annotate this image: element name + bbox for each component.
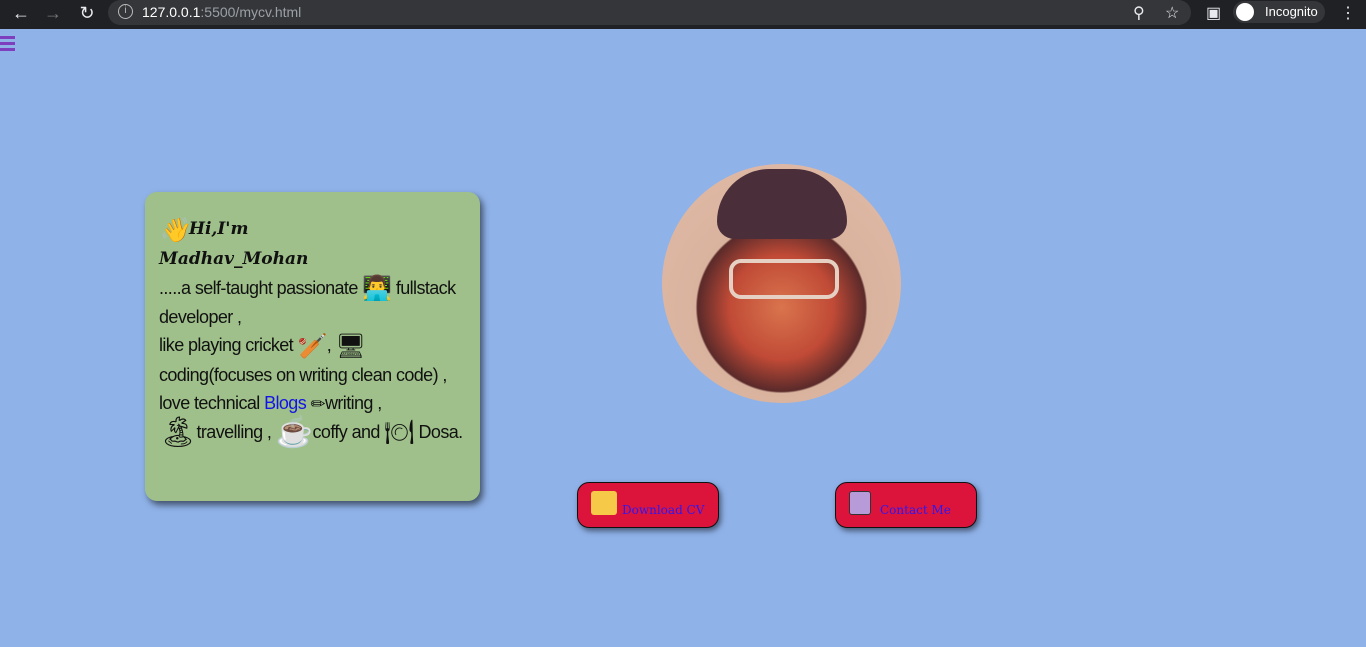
greeting-text: Hi,I'm [188,219,249,239]
address-bar[interactable]: i 127.0.0.1:5500/mycv.html ⚲ ☆ [108,0,1191,25]
bio-line: coding(focuses on writing clean code) , [159,364,447,385]
contact-me-button[interactable]: Contact Me [835,482,977,528]
blogs-link[interactable]: Blogs [264,393,307,413]
profile-photo [662,164,901,403]
browser-toolbar: ← → ↻ i 127.0.0.1:5500/mycv.html ⚲ ☆ ▣ I… [0,0,1366,29]
incognito-badge[interactable]: Incognito [1233,1,1325,23]
download-cv-button[interactable]: Download CV [577,482,719,528]
bio-line: coffy and [312,421,381,442]
side-panel-icon[interactable]: ▣ [1206,3,1221,23]
bio-line: like playing cricket [159,335,294,356]
bio-line: Dosa. [418,421,464,442]
name-heading: Madhav_Mohan [159,249,309,269]
bio-line: love technical [159,392,260,413]
bio-line: , [326,335,332,356]
palm-island-icon: 🏝 [159,416,197,449]
download-folder-icon [591,491,617,515]
greeting: 👋Hi,I'm [159,214,466,244]
incognito-label: Incognito [1265,4,1318,19]
bio-line: travelling , [196,421,272,442]
more-menu-icon[interactable]: ⋮ [1340,3,1356,23]
contact-book-icon [849,491,871,515]
hamburger-menu-icon[interactable] [0,36,15,54]
coffee-cup-icon: ☕ [275,416,313,449]
download-cv-label: Download CV [622,503,705,517]
back-icon[interactable]: ← [10,3,32,24]
pencil-icon: ✏ [310,393,326,414]
bookmark-star-icon[interactable]: ☆ [1165,3,1179,23]
intro-card: 👋Hi,I'm Madhav_Mohan .....a self-taught … [145,192,480,501]
bio-line: .....a self-taught passionate [159,278,358,298]
url-host: 127.0.0.1 [142,4,201,20]
code-window-icon: 🖥 [335,332,366,360]
waving-hand-icon: 👋 [159,214,189,244]
incognito-icon [1236,3,1254,21]
bio-text: .....a self-taught passionate 👨‍💻 fullst… [159,274,466,447]
cricket-icon: 🏏 [297,332,327,360]
reload-icon[interactable]: ↻ [76,3,98,24]
url-path: :5500/mycv.html [200,4,302,20]
dosa-plate-icon: 🍽 [384,419,415,446]
bio-line: writing , [325,392,382,413]
developer-laptop-icon: 👨‍💻 [362,275,392,303]
contact-me-label: Contact Me [880,503,951,517]
forward-icon[interactable]: → [42,3,64,24]
info-icon[interactable]: i [118,4,133,19]
zoom-icon[interactable]: ⚲ [1133,3,1145,23]
